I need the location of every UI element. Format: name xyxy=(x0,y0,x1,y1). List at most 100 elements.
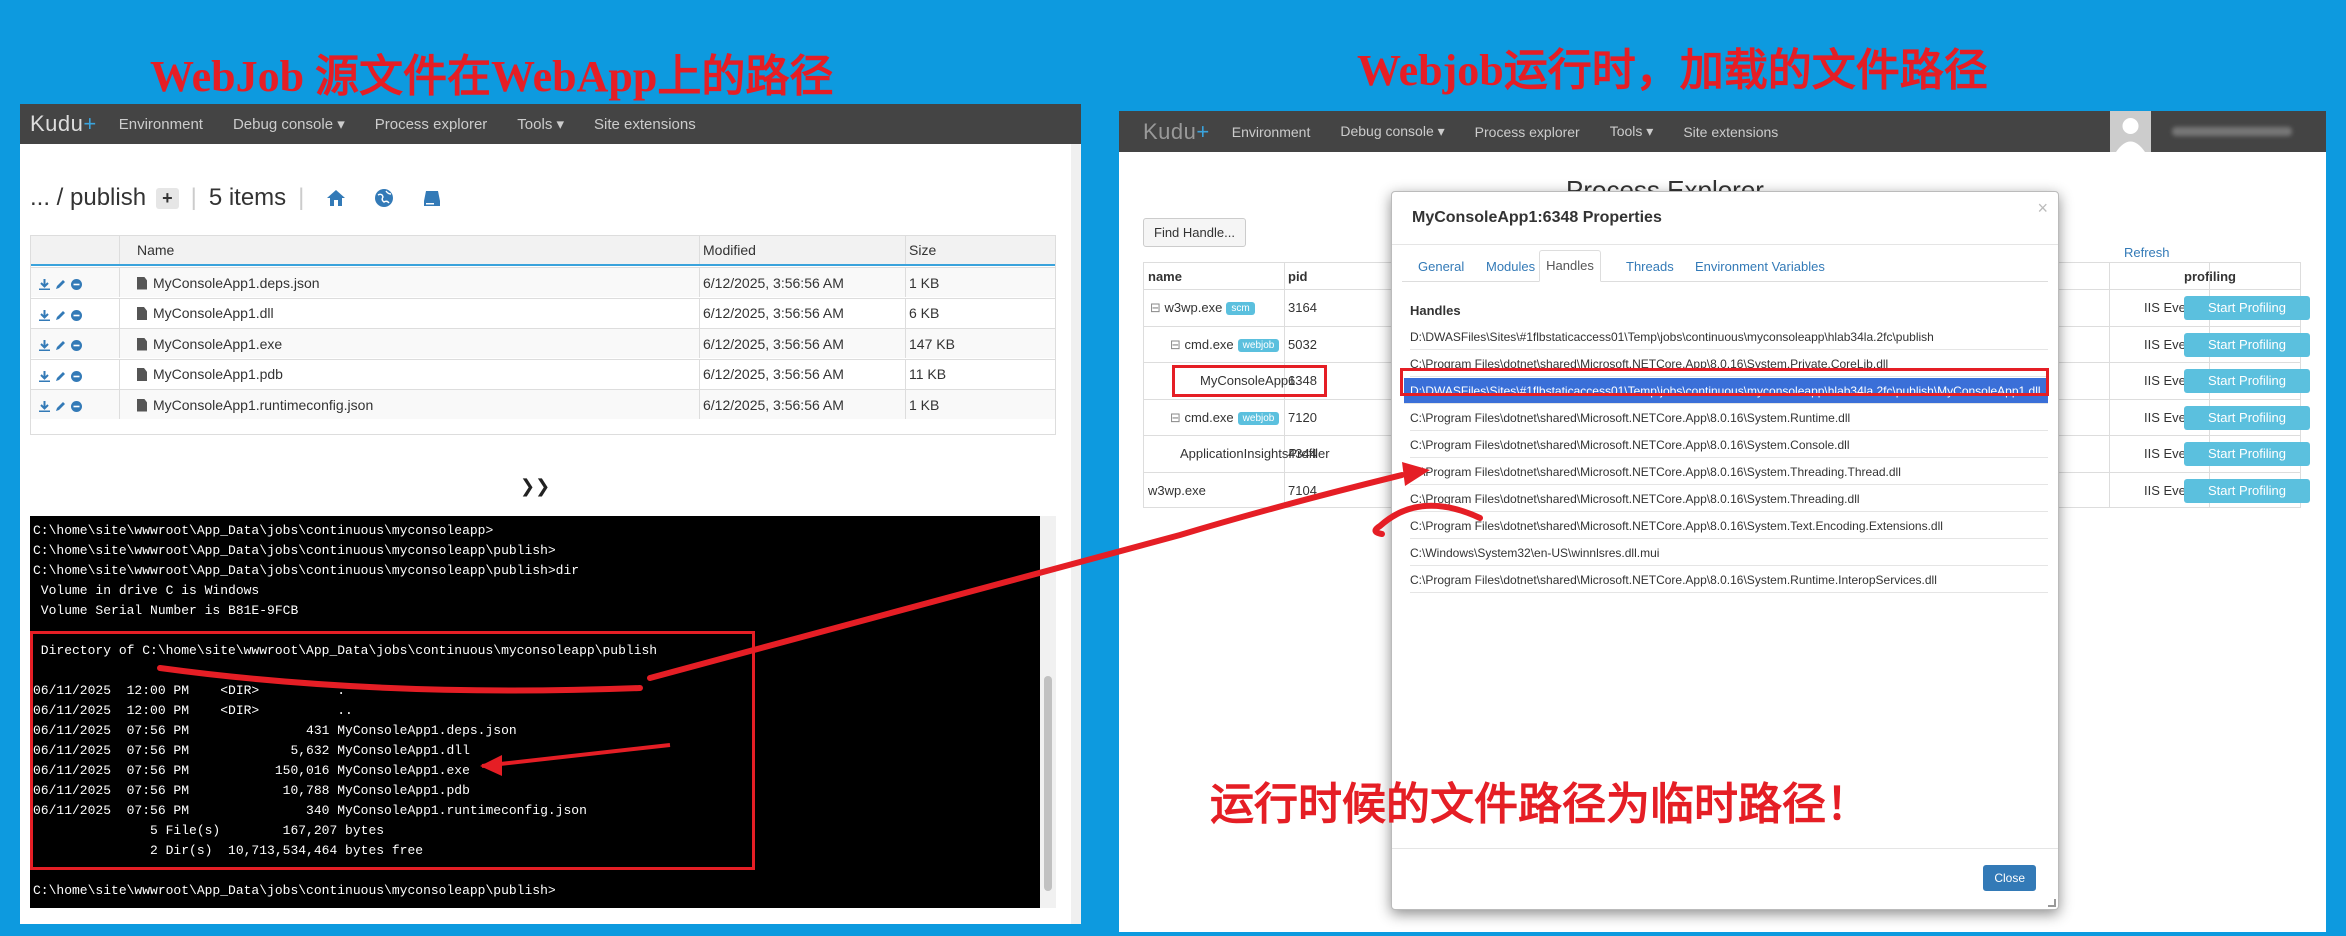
delete-icon[interactable] xyxy=(71,369,82,382)
nav-site-extensions[interactable]: Site extensions xyxy=(1683,124,1778,140)
nav-debug-console[interactable]: Debug console ▾ xyxy=(233,115,345,133)
find-handle-button[interactable]: Find Handle... xyxy=(1143,218,1246,247)
process-pid: 4344 xyxy=(1288,446,1317,461)
tab-threads[interactable]: Threads xyxy=(1626,259,1674,274)
add-button[interactable]: + xyxy=(156,187,179,209)
globe-icon[interactable] xyxy=(374,188,394,208)
row-actions xyxy=(39,338,82,352)
handle-item[interactable]: C:\Program Files\dotnet\shared\Microsoft… xyxy=(1410,459,2048,485)
start-profiling-button[interactable]: Start Profiling xyxy=(2184,296,2310,320)
delete-icon[interactable] xyxy=(71,338,82,351)
console-toggle[interactable]: ❯❯ xyxy=(520,476,550,497)
col-profiling[interactable]: profiling xyxy=(2184,269,2236,284)
table-row[interactable]: MyConsoleApp1.runtimeconfig.json 6/12/202… xyxy=(31,389,1055,419)
handle-item[interactable]: C:\Program Files\dotnet\shared\Microsoft… xyxy=(1410,432,2048,458)
delete-icon[interactable] xyxy=(71,277,82,290)
col-size[interactable]: Size xyxy=(909,242,936,258)
col-name[interactable]: name xyxy=(1148,269,1182,284)
start-profiling-button[interactable]: Start Profiling xyxy=(2184,405,2310,430)
drive-icon[interactable] xyxy=(422,189,442,207)
nav-tools[interactable]: Tools ▾ xyxy=(517,115,564,133)
table-row[interactable]: MyConsoleApp1.pdb 6/12/2025, 3:56:56 AM 11… xyxy=(31,358,1055,389)
modal-close-icon[interactable]: × xyxy=(2037,198,2048,219)
process-badge: webjob xyxy=(1237,338,1280,352)
file-size: 11 KB xyxy=(909,366,947,382)
col-modified[interactable]: Modified xyxy=(703,242,756,258)
start-profiling-button[interactable]: Start Profiling xyxy=(2184,332,2310,357)
console-line: C:\home\site\wwwroot\App_Data\jobs\conti… xyxy=(33,543,556,558)
file-name[interactable]: MyConsoleApp1.dll xyxy=(137,305,274,321)
tab-modules[interactable]: Modules xyxy=(1486,259,1535,274)
download-icon[interactable] xyxy=(39,277,50,291)
tab-general[interactable]: General xyxy=(1418,259,1464,274)
delete-icon[interactable] xyxy=(71,308,82,321)
nav-process-explorer[interactable]: Process explorer xyxy=(375,116,488,133)
file-modified: 6/12/2025, 3:56:56 AM xyxy=(703,366,844,382)
nav-process-explorer[interactable]: Process explorer xyxy=(1475,124,1580,140)
nav-site-extensions[interactable]: Site extensions xyxy=(594,116,696,133)
file-name[interactable]: MyConsoleApp1.exe xyxy=(137,336,282,352)
start-profiling-button[interactable]: Start Profiling xyxy=(2184,478,2310,503)
username-blurred xyxy=(2172,127,2292,136)
avatar[interactable] xyxy=(2110,111,2151,152)
start-profiling-button[interactable]: Start Profiling xyxy=(2184,369,2310,393)
download-icon[interactable] xyxy=(39,338,50,352)
left-title: WebJob 源文件在WebApp上的路径 xyxy=(150,52,834,101)
handle-highlight-box xyxy=(1400,368,2049,396)
nav-debug-console[interactable]: Debug console ▾ xyxy=(1340,123,1444,140)
handle-item[interactable]: C:\Program Files\dotnet\shared\Microsoft… xyxy=(1410,405,2048,431)
collapse-icon[interactable]: ⊟ xyxy=(1150,300,1161,315)
edit-icon[interactable] xyxy=(55,399,66,411)
console-line: C:\home\site\wwwroot\App_Data\jobs\conti… xyxy=(33,523,494,538)
close-button[interactable]: Close xyxy=(1983,865,2036,891)
console-scrollbar[interactable] xyxy=(1040,516,1056,908)
scrollbar[interactable] xyxy=(1071,144,1081,924)
file-icon xyxy=(137,276,147,290)
kudu-logo[interactable]: Kudu+ xyxy=(30,111,97,137)
download-icon[interactable] xyxy=(39,308,50,321)
tab-handles[interactable]: Handles xyxy=(1539,250,1601,282)
file-name[interactable]: MyConsoleApp1.runtimeconfig.json xyxy=(137,397,373,413)
nav-environment[interactable]: Environment xyxy=(1232,124,1311,140)
file-size: 147 KB xyxy=(909,335,955,352)
file-size: 6 KB xyxy=(909,305,940,321)
console-line: Volume Serial Number is B81E-9FCB xyxy=(33,603,299,618)
file-name[interactable]: MyConsoleApp1.pdb xyxy=(137,366,283,382)
nav-tools[interactable]: Tools ▾ xyxy=(1610,123,1654,140)
handle-item[interactable]: D:\DWASFiles\Sites\#1flbstaticaccess01\T… xyxy=(1410,324,2048,350)
console-line: Volume in drive C is Windows xyxy=(33,583,260,598)
handle-item[interactable]: C:\Program Files\dotnet\shared\Microsoft… xyxy=(1410,567,2048,593)
process-name: cmd.exe xyxy=(1184,336,1234,352)
col-name[interactable]: Name xyxy=(137,242,174,258)
table-row[interactable]: MyConsoleApp1.dll 6/12/2025, 3:56:56 AM 6 … xyxy=(31,297,1055,328)
start-profiling-button[interactable]: Start Profiling xyxy=(2184,442,2310,466)
collapse-icon[interactable]: ⊟ xyxy=(1170,337,1181,352)
edit-icon[interactable] xyxy=(55,338,66,350)
file-name[interactable]: MyConsoleApp1.deps.json xyxy=(137,275,320,291)
edit-icon[interactable] xyxy=(55,308,66,320)
resize-handle-icon[interactable] xyxy=(2048,899,2056,907)
row-actions xyxy=(39,369,82,382)
kudu-logo[interactable]: Kudu+ xyxy=(1143,119,1210,145)
tab-environment-variables[interactable]: Environment Variables xyxy=(1695,259,1825,274)
handle-item[interactable]: C:\Windows\System32\en-US\winnlsres.dll.… xyxy=(1410,540,2048,566)
refresh-link[interactable]: Refresh xyxy=(2124,245,2170,260)
top-navbar: Kudu+ Environment Debug console ▾ Proces… xyxy=(1119,111,2326,152)
download-icon[interactable] xyxy=(39,399,50,413)
delete-icon[interactable] xyxy=(71,399,82,412)
table-row[interactable]: MyConsoleApp1.deps.json 6/12/2025, 3:56:5… xyxy=(31,267,1055,297)
edit-icon[interactable] xyxy=(55,277,66,289)
download-icon[interactable] xyxy=(39,369,50,382)
breadcrumb-path[interactable]: ... / publish xyxy=(30,184,146,212)
col-pid[interactable]: pid xyxy=(1288,269,1308,284)
handle-item[interactable]: C:\Program Files\dotnet\shared\Microsoft… xyxy=(1410,486,2048,512)
handle-item[interactable]: C:\Program Files\dotnet\shared\Microsoft… xyxy=(1410,513,2048,539)
edit-icon[interactable] xyxy=(55,369,66,381)
process-highlight-box xyxy=(1172,365,1327,397)
breadcrumb: ... / publish + | 5 items | xyxy=(30,184,442,212)
home-icon[interactable] xyxy=(326,189,346,207)
nav-environment[interactable]: Environment xyxy=(119,116,203,133)
collapse-icon[interactable]: ⊟ xyxy=(1170,410,1181,425)
process-pid: 7104 xyxy=(1288,482,1317,498)
table-row[interactable]: MyConsoleApp1.exe 6/12/2025, 3:56:56 AM 14… xyxy=(31,328,1055,358)
